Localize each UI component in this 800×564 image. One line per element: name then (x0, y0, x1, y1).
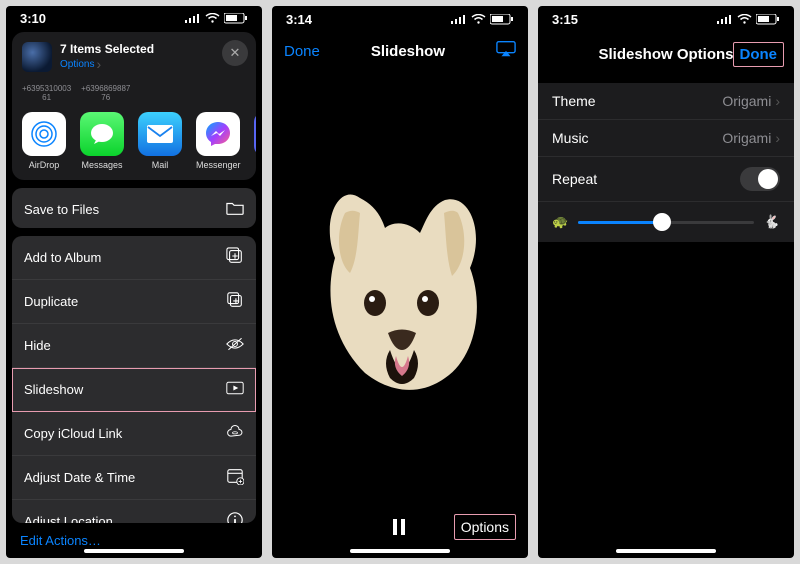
slideshow-content[interactable] (272, 71, 528, 504)
chevron-right-icon: › (775, 130, 780, 146)
theme-label: Theme (552, 93, 596, 109)
status-time: 3:15 (552, 12, 578, 27)
chevron-right-icon: › (96, 56, 101, 72)
folder-icon (226, 199, 244, 220)
done-button[interactable]: Done (733, 42, 785, 67)
duplicate[interactable]: Duplicate (12, 280, 256, 324)
chevron-right-icon: › (775, 93, 780, 109)
mail-icon (138, 112, 182, 156)
wifi-icon (471, 14, 486, 25)
airplay-button[interactable] (496, 40, 516, 63)
slider-thumb[interactable] (653, 213, 671, 231)
music-label: Music (552, 130, 589, 146)
slideshow-nav: Done Slideshow (272, 32, 528, 71)
eye-slash-icon (226, 335, 244, 356)
slideshow-options-screen: 3:15 Slideshow Options Done Theme Origam… (538, 6, 794, 558)
repeat-label: Repeat (552, 171, 597, 187)
home-indicator[interactable] (84, 549, 184, 553)
rabbit-icon: 🐇 (764, 214, 780, 230)
suggested-contacts: +639531000361 +639686988776 (12, 78, 256, 110)
speed-slider-row: 🐢 🐇 (538, 202, 794, 242)
close-icon: ✕ (230, 45, 241, 61)
repeat-row: Repeat (538, 157, 794, 202)
slideshow-action[interactable]: Slideshow (12, 368, 256, 412)
options-list: Theme Origami› Music Origami› Repeat 🐢 🐇 (538, 83, 794, 242)
cellular-icon (451, 14, 467, 24)
hide[interactable]: Hide (12, 324, 256, 368)
airdrop-app[interactable]: AirDrop (22, 112, 66, 170)
album-add-icon (226, 247, 244, 268)
turtle-icon: 🐢 (552, 214, 568, 230)
share-apps-row[interactable]: AirDrop Messages Mail Messenger D (12, 110, 256, 180)
slide-image-dog (310, 178, 490, 398)
adjust-location[interactable]: Adjust Location (12, 500, 256, 523)
slideshow-options-button[interactable]: Options (454, 514, 516, 540)
battery-icon (490, 14, 514, 25)
home-indicator[interactable] (616, 549, 716, 553)
contact-item[interactable]: +639686988776 (81, 84, 130, 102)
selection-title: 7 Items Selected (60, 42, 154, 56)
speed-slider[interactable] (578, 221, 754, 224)
status-time: 3:10 (20, 11, 46, 26)
options-title: Slideshow Options (598, 46, 733, 63)
adjust-date-time[interactable]: Adjust Date & Time (12, 456, 256, 500)
status-bar: 3:15 (538, 6, 794, 32)
share-sheet-screen: 3:10 7 Items Selected Options› ✕ +639531… (6, 6, 262, 558)
slideshow-title: Slideshow (371, 43, 445, 60)
messenger-icon (196, 112, 240, 156)
done-button[interactable]: Done (284, 43, 320, 60)
battery-icon (224, 13, 248, 24)
status-bar: 3:10 (6, 6, 262, 30)
messenger-app[interactable]: Messenger (196, 112, 240, 170)
wifi-icon (737, 14, 752, 25)
messages-app[interactable]: Messages (80, 112, 124, 170)
close-button[interactable]: ✕ (222, 40, 248, 66)
calendar-icon (226, 467, 244, 488)
cellular-icon (717, 14, 733, 24)
action-group-2: Add to Album Duplicate Hide Slideshow Co… (12, 236, 256, 523)
slideshow-player-screen: 3:14 Done Slideshow Options (272, 6, 528, 558)
pause-button[interactable] (388, 519, 410, 535)
airdrop-icon (22, 112, 66, 156)
contact-item[interactable]: +639531000361 (22, 84, 71, 102)
action-group-1: Save to Files (12, 188, 256, 228)
info-icon (226, 511, 244, 523)
mail-app[interactable]: Mail (138, 112, 182, 170)
options-link[interactable]: Options› (60, 56, 154, 72)
wifi-icon (205, 13, 220, 24)
home-indicator[interactable] (350, 549, 450, 553)
status-indicators (717, 14, 780, 25)
duplicate-icon (226, 291, 244, 312)
options-nav: Slideshow Options Done (538, 32, 794, 83)
messages-icon (80, 112, 124, 156)
copy-icloud-link[interactable]: Copy iCloud Link (12, 412, 256, 456)
status-time: 3:14 (286, 12, 312, 27)
app-icon-partial (254, 112, 256, 156)
status-indicators (451, 14, 514, 25)
cellular-icon (185, 13, 201, 23)
app-partial[interactable]: D (254, 112, 256, 170)
battery-icon (756, 14, 780, 25)
play-rect-icon (226, 379, 244, 400)
theme-row[interactable]: Theme Origami› (538, 83, 794, 120)
save-to-files[interactable]: Save to Files (12, 188, 256, 228)
add-to-album[interactable]: Add to Album (12, 236, 256, 280)
repeat-toggle[interactable] (740, 167, 780, 191)
status-bar: 3:14 (272, 6, 528, 32)
cloud-link-icon (226, 423, 244, 444)
selection-thumbnail (22, 42, 52, 72)
music-row[interactable]: Music Origami› (538, 120, 794, 157)
share-sheet-header: 7 Items Selected Options› ✕ +63953100036… (12, 32, 256, 180)
status-indicators (185, 13, 248, 24)
music-value: Origami (722, 130, 771, 146)
theme-value: Origami (722, 93, 771, 109)
